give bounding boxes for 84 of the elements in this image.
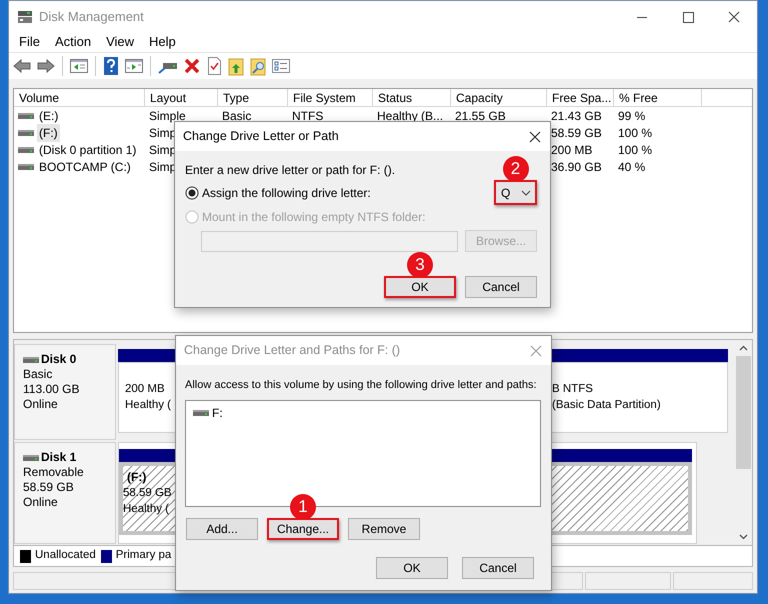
dialog-prompt: Allow access to this volume by using the following drive letter and paths: xyxy=(185,378,537,393)
action-pane-icon[interactable] xyxy=(124,57,144,75)
table-cell-text: Simple xyxy=(149,108,186,124)
volume-name[interactable]: (F:) xyxy=(37,124,60,142)
radio-button-icon[interactable] xyxy=(185,186,199,200)
table-cell-text: 200 MB xyxy=(551,142,592,158)
table-cell-text: NTFS xyxy=(292,108,324,124)
column-header[interactable]: Type xyxy=(218,89,288,106)
help-icon[interactable] xyxy=(102,56,120,76)
table-cell-text: 36.90 GB xyxy=(551,158,602,176)
column-header[interactable]: Capacity xyxy=(451,89,547,106)
table-cell-text: 58.59 GB xyxy=(551,124,602,142)
dialog-title: Change Drive Letter and Paths for F: () xyxy=(184,342,402,360)
drive-icon xyxy=(18,128,34,136)
dialog-button[interactable]: Add... xyxy=(186,518,258,540)
path-list-item[interactable]: F: xyxy=(192,404,224,422)
column-header[interactable]: File System xyxy=(288,89,373,106)
column-header[interactable]: Layout xyxy=(145,89,218,106)
partition-info: Healthy ( xyxy=(125,398,172,413)
table-cell-text: 21.43 GB xyxy=(551,108,602,124)
menu-item[interactable]: Help xyxy=(143,32,182,52)
back-arrow-icon[interactable] xyxy=(12,57,32,75)
table-cell-text: 100 % xyxy=(618,124,652,142)
column-header[interactable]: Volume xyxy=(14,89,145,106)
partition-info: (Basic Data Partition) xyxy=(552,398,661,413)
dialog-button[interactable]: Change... xyxy=(267,518,339,540)
legend-label: Primary pa xyxy=(116,548,172,564)
forward-arrow-icon[interactable] xyxy=(36,57,56,75)
partition-info: Healthy ( xyxy=(123,502,170,517)
drive-icon xyxy=(23,454,39,462)
document-check-icon[interactable] xyxy=(205,56,223,76)
drive-letter-dropdown[interactable]: Q xyxy=(494,180,537,205)
folder-search-icon[interactable] xyxy=(249,56,267,76)
disk-name: Disk 0 xyxy=(41,352,76,367)
dialog-button[interactable]: OK xyxy=(376,556,448,578)
volume-name[interactable]: (Disk 0 partition 1) xyxy=(37,140,138,158)
table-cell-text: 40 % xyxy=(618,158,646,176)
disk-status: Online xyxy=(23,495,59,510)
disk-size: 113.00 GB xyxy=(23,382,80,397)
drive-icon xyxy=(18,112,34,120)
drive-icon xyxy=(193,408,209,416)
table-cell-text: Basic xyxy=(222,108,252,124)
step-number-badge: 3 xyxy=(407,252,433,278)
delete-icon[interactable] xyxy=(183,57,201,75)
step-number-badge: 2 xyxy=(502,156,528,182)
column-header[interactable]: % Free xyxy=(614,89,702,106)
partition-info: 58.59 GB xyxy=(123,486,172,501)
partition-label: (F:) xyxy=(126,469,146,485)
radio-option[interactable]: Assign the following drive letter: xyxy=(185,184,371,202)
dialog-button[interactable]: OK xyxy=(384,276,456,298)
drive-icon xyxy=(18,146,34,154)
disk-name: Disk 1 xyxy=(41,450,76,465)
partition-block[interactable]: 200 MB Healthy ( xyxy=(118,362,178,433)
disk-type: Basic xyxy=(23,367,54,382)
console-tree-icon[interactable] xyxy=(69,57,89,75)
drive-icon xyxy=(18,162,34,170)
table-cell-text: 100 % xyxy=(618,142,652,158)
table-cell-text: Healthy (B... xyxy=(377,108,444,124)
column-header[interactable]: Status xyxy=(373,89,451,106)
properties-list-icon[interactable] xyxy=(271,57,291,75)
table-cell-text: 99 % xyxy=(618,108,646,124)
dialog-button[interactable]: Cancel xyxy=(465,276,537,298)
dialog-button[interactable]: Cancel xyxy=(462,556,534,578)
dialog-title: Change Drive Letter or Path xyxy=(183,128,340,146)
scroll-thumb[interactable] xyxy=(736,356,751,469)
menu-item[interactable]: View xyxy=(100,32,140,52)
volume-name[interactable]: (E:) xyxy=(37,106,60,124)
column-header[interactable]: Free Spa... xyxy=(547,89,614,106)
disk-status: Online xyxy=(23,397,59,412)
disk-size: 58.59 GB xyxy=(23,480,75,495)
drive-icon xyxy=(23,356,39,364)
legend-label: Unallocated xyxy=(35,548,96,564)
app-icon xyxy=(17,10,33,24)
partition-info: B NTFS xyxy=(552,382,593,397)
chevron-down-icon[interactable] xyxy=(521,190,531,196)
dialog-prompt: Enter a new drive letter or path for F: (). xyxy=(185,162,396,179)
dialog-button[interactable]: Remove xyxy=(348,518,420,540)
volume-name[interactable]: BOOTCAMP (C:) xyxy=(37,158,133,176)
window-title: Disk Management xyxy=(39,8,144,26)
partition-info: 200 MB xyxy=(125,382,165,397)
table-cell-text: 21.55 GB xyxy=(455,108,506,124)
menu-item[interactable]: File xyxy=(13,32,46,52)
disk-type: Removable xyxy=(23,465,85,480)
menu-item[interactable]: Action xyxy=(48,32,98,52)
